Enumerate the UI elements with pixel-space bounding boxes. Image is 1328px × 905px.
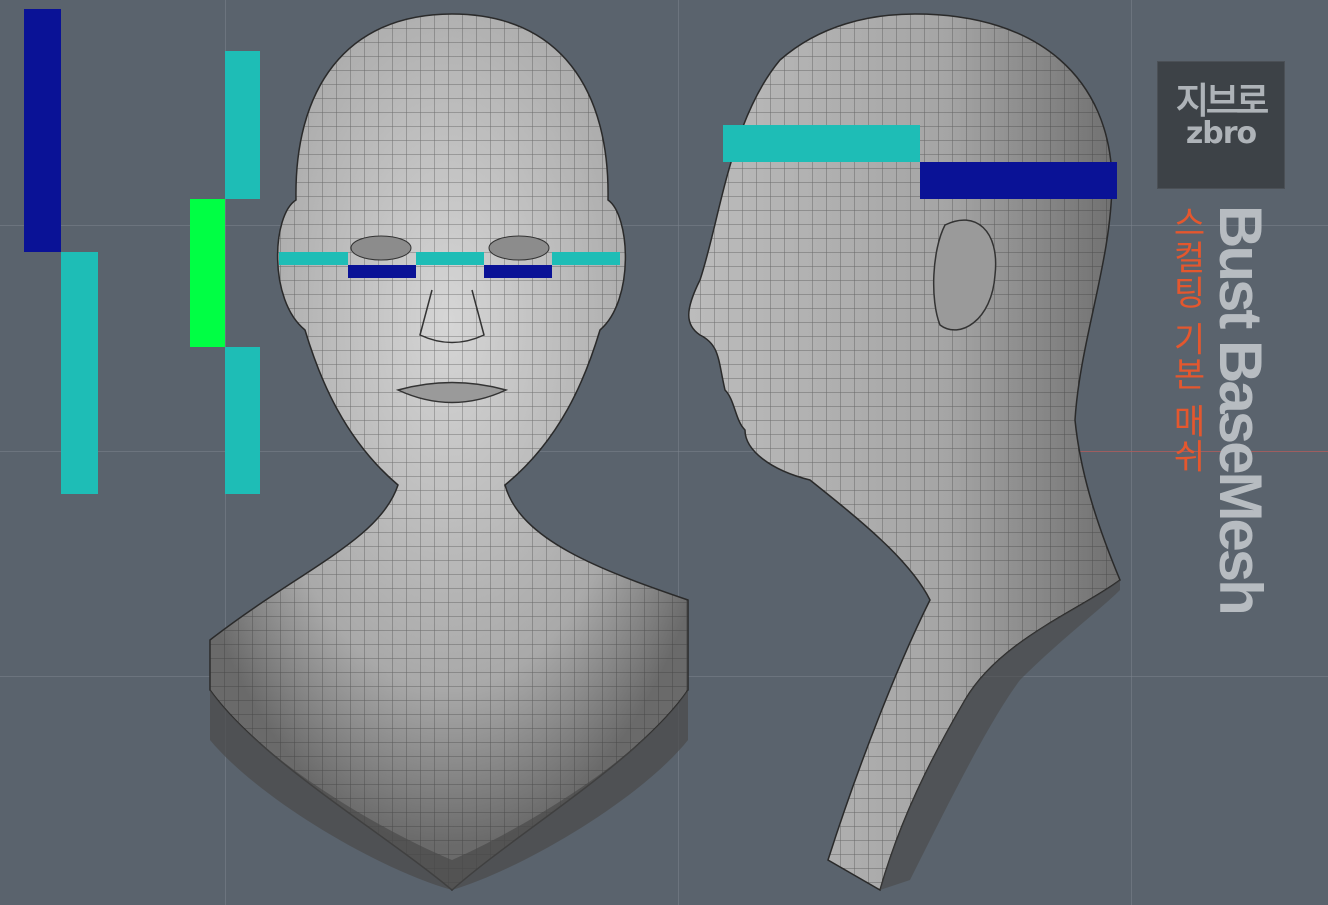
guide-bar-teal — [416, 252, 484, 265]
viewport-canvas[interactable]: 지브로 zbro Bust BaseMesh 스컬팅 기본 매쉬 — [0, 0, 1328, 905]
logo-korean-text: 지브로 — [1175, 81, 1269, 122]
guide-bar-navy — [484, 265, 552, 278]
zbro-logo: 지브로 zbro — [1157, 61, 1285, 189]
guide-bar-navy — [920, 162, 1117, 199]
guide-bar-teal — [279, 252, 348, 265]
front-view-mesh — [209, 13, 689, 891]
mesh-views — [209, 13, 1121, 892]
subtitle-text: 스컬팅 기본 매쉬 — [1166, 205, 1206, 474]
logo-latin-text: zbro — [1185, 116, 1257, 151]
guide-bar-teal — [723, 125, 920, 162]
guide-bar-navy — [348, 265, 416, 278]
guide-bar-teal — [552, 252, 620, 265]
title-text: Bust BaseMesh — [1207, 205, 1274, 613]
